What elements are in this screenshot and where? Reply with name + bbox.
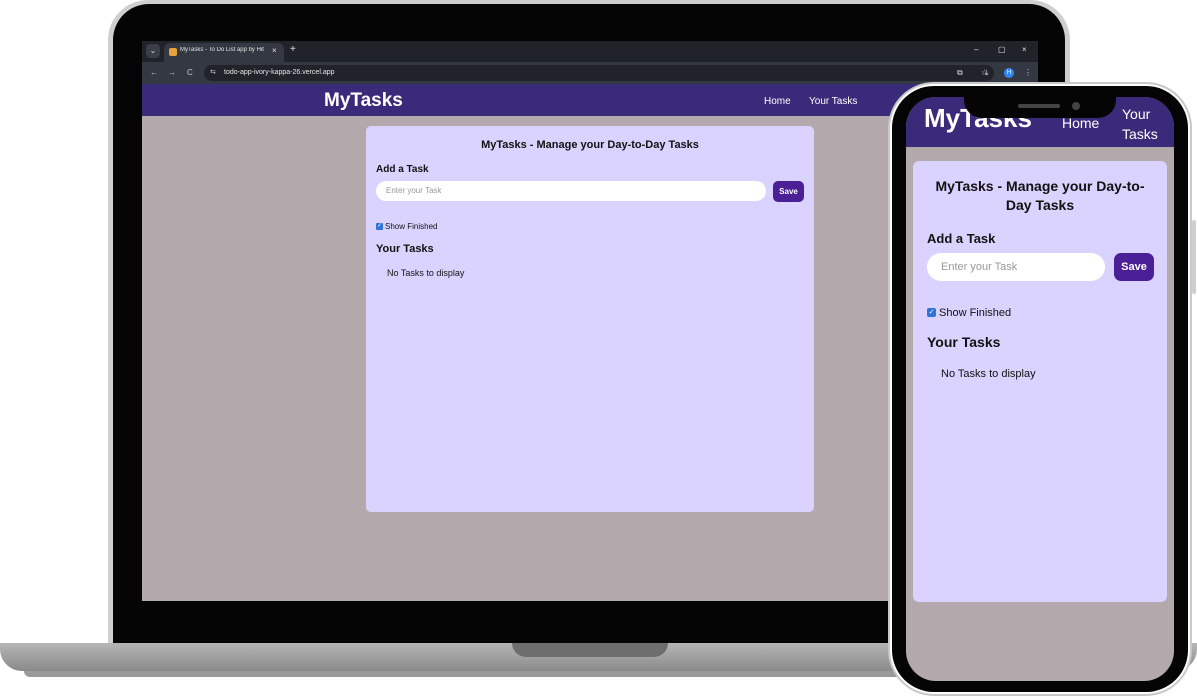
address-bar: ← → C ⇆ todo-app-ivory-kappa-26.vercel.a… bbox=[142, 62, 1038, 84]
site-info-icon[interactable]: ⇆ bbox=[210, 68, 216, 76]
url-text: todo-app-ivory-kappa-26.vercel.app bbox=[224, 69, 335, 76]
forward-icon[interactable]: → bbox=[168, 68, 176, 77]
more-menu-icon[interactable]: ⋮ bbox=[1024, 68, 1032, 77]
tab-title: MyTasks - To Do List app by Hit bbox=[180, 47, 264, 53]
phone-empty-tasks-text: No Tasks to display bbox=[941, 368, 1036, 380]
close-window-icon[interactable]: × bbox=[1022, 45, 1027, 54]
phone-notch bbox=[964, 86, 1116, 118]
phone-show-finished-checkbox[interactable]: ✓ bbox=[927, 308, 936, 317]
nav-your-tasks-link[interactable]: Your Tasks bbox=[809, 96, 857, 107]
show-finished-checkbox[interactable]: ✓ bbox=[376, 223, 383, 230]
reload-icon[interactable]: C bbox=[187, 68, 193, 77]
tab-search-icon[interactable]: ⌄ bbox=[146, 44, 160, 58]
new-tab-icon[interactable]: + bbox=[290, 44, 296, 55]
brand-logo[interactable]: MyTasks bbox=[324, 90, 403, 112]
phone-task-card: MyTasks - Manage your Day-to-Day Tasks A… bbox=[913, 161, 1167, 602]
show-finished-label[interactable]: Show Finished bbox=[385, 222, 437, 231]
tasks-heading: Your Tasks bbox=[376, 243, 434, 255]
phone-save-button[interactable]: Save bbox=[1114, 253, 1154, 281]
browser-tabbar: ⌄ MyTasks - To Do List app by Hit × + – … bbox=[142, 41, 1038, 62]
laptop-notch bbox=[512, 643, 668, 657]
phone-task-input[interactable]: Enter your Task bbox=[927, 253, 1105, 281]
phone-add-task-label: Add a Task bbox=[927, 231, 996, 246]
phone-camera-icon bbox=[1072, 102, 1080, 110]
favicon-icon bbox=[169, 48, 177, 56]
add-task-label: Add a Task bbox=[376, 164, 429, 175]
phone-nav-your-tasks-link[interactable]: Your Tasks bbox=[1122, 104, 1162, 144]
tab-close-icon[interactable]: × bbox=[272, 46, 277, 55]
task-input[interactable]: Enter your Task bbox=[376, 181, 766, 201]
phone-side-button bbox=[1192, 220, 1196, 294]
profile-avatar[interactable]: H bbox=[1004, 68, 1014, 78]
extensions-icon[interactable]: ⧉ bbox=[957, 68, 963, 78]
save-button[interactable]: Save bbox=[773, 181, 804, 202]
phone-show-finished-label[interactable]: Show Finished bbox=[939, 307, 1011, 319]
phone-screen: MyTasks Home Your Tasks MyTasks - Manage… bbox=[906, 97, 1174, 681]
back-icon[interactable]: ← bbox=[150, 68, 158, 77]
download-icon[interactable]: ⤓ bbox=[985, 68, 989, 78]
task-card: MyTasks - Manage your Day-to-Day Tasks A… bbox=[366, 126, 814, 512]
phone-tasks-heading: Your Tasks bbox=[927, 334, 1001, 350]
browser-tab[interactable]: MyTasks - To Do List app by Hit × bbox=[164, 43, 284, 62]
url-input[interactable]: ⇆ todo-app-ivory-kappa-26.vercel.app ☆ bbox=[204, 65, 994, 81]
nav-home-link[interactable]: Home bbox=[764, 96, 791, 107]
phone-speaker bbox=[1018, 104, 1060, 108]
empty-tasks-text: No Tasks to display bbox=[387, 268, 465, 278]
phone-card-title: MyTasks - Manage your Day-to-Day Tasks bbox=[935, 178, 1145, 213]
card-title: MyTasks - Manage your Day-to-Day Tasks bbox=[481, 139, 699, 151]
restore-icon[interactable]: ▢ bbox=[998, 45, 1006, 54]
minimize-icon[interactable]: – bbox=[974, 45, 978, 54]
